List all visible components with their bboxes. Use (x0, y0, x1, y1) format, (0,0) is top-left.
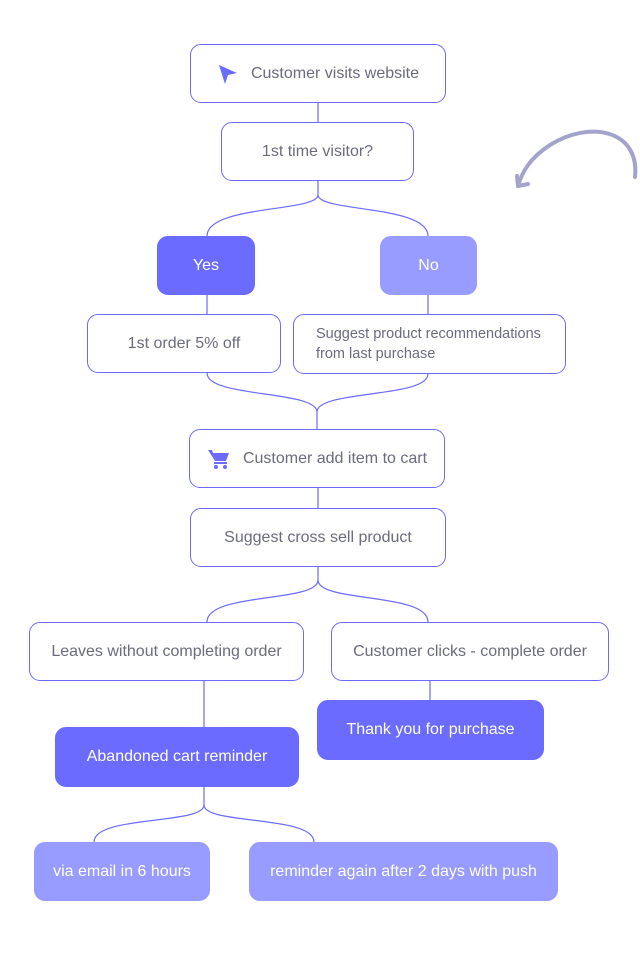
node-cross-sell: Suggest cross sell product (190, 508, 446, 567)
node-label: Thank you for purchase (346, 721, 515, 738)
node-label: via email in 6 hours (53, 862, 191, 880)
connector (206, 567, 319, 623)
node-label-line2: from last purchase (316, 346, 436, 362)
node-label-line1: Suggest product recommendations (316, 326, 541, 342)
connector (206, 181, 319, 237)
node-label: 1st time visitor? (261, 142, 374, 160)
node-email-reminder: via email in 6 hours (34, 842, 210, 901)
node-no: No (380, 236, 477, 295)
connector (317, 194, 429, 237)
node-first-time-visitor: 1st time visitor? (221, 122, 414, 181)
node-yes: Yes (157, 236, 255, 295)
curved-arrow-icon (515, 129, 638, 188)
connector (93, 787, 205, 843)
node-label: reminder again after 2 days with push (270, 862, 537, 880)
node-label: Yes (192, 256, 220, 274)
node-label: Customer clicks - complete order (353, 642, 587, 660)
connector (206, 372, 318, 429)
cursor-arrow-icon (217, 63, 239, 85)
node-label: Customer visits website (250, 64, 420, 82)
connector (316, 373, 429, 413)
node-add-to-cart: Customer add item to cart (189, 429, 445, 488)
node-label: Customer add item to cart (242, 449, 428, 467)
node-abandoned-cart-reminder: Abandoned cart reminder (55, 727, 299, 787)
node-label: Suggest cross sell product (224, 528, 412, 546)
connector (317, 579, 429, 623)
node-leaves-without-order: Leaves without completing order (29, 622, 304, 681)
node-label: 1st order 5% off (127, 334, 241, 352)
node-label: Abandoned cart reminder (86, 748, 268, 765)
connector (203, 804, 315, 843)
node-label: Leaves without completing order (51, 642, 282, 660)
node-suggest-recommendations: Suggest product recommendations from las… (293, 314, 566, 374)
shopping-cart-icon (207, 448, 231, 470)
node-customer-visits-website: Customer visits website (190, 44, 446, 103)
node-complete-order: Customer clicks - complete order (331, 622, 609, 681)
node-push-reminder: reminder again after 2 days with push (249, 842, 558, 901)
node-thank-you: Thank you for purchase (317, 700, 544, 760)
node-label: No (418, 256, 439, 274)
node-first-order-discount: 1st order 5% off (87, 314, 281, 373)
